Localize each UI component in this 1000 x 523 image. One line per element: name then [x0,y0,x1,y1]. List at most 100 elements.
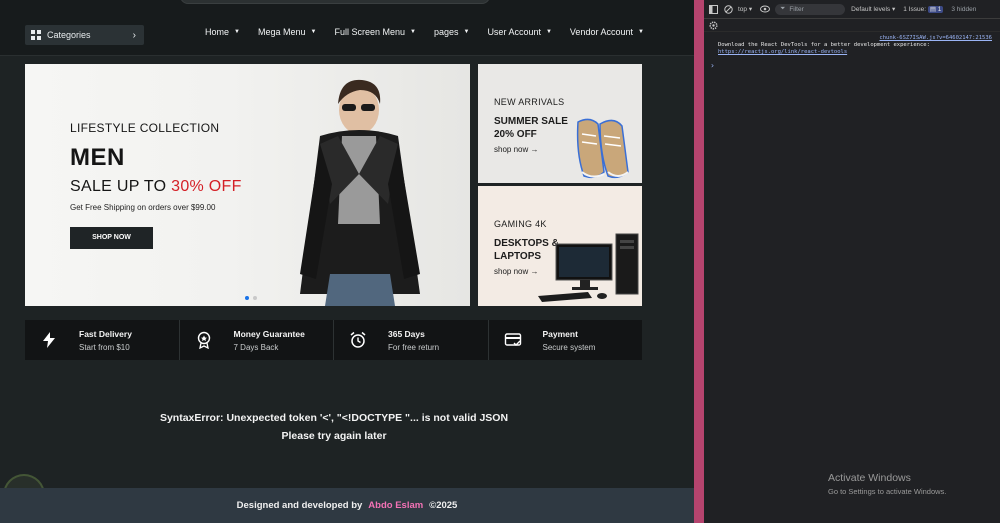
promo-title: SUMMER SALE 20% OFF [494,116,568,140]
feature-text: Money Guarantee 7 Days Back [234,329,305,352]
hero-title: MEN [70,144,125,171]
chevron-down-icon: ▼ [545,29,552,35]
search-bar-edge[interactable] [180,0,490,4]
clear-console-icon[interactable] [723,4,733,14]
alarm-clock-icon [348,330,368,350]
chevron-down-icon: ▼ [463,29,470,35]
chevron-down-icon: ▼ [234,29,240,35]
hero-sale-prefix: SALE UP TO [70,178,172,195]
feature-title: Fast Delivery [79,328,132,339]
menu-item-label: Mega Menu [257,27,306,37]
footer: Designed and developed by Abdo Eslam ©20… [0,488,694,523]
model-image [300,79,420,306]
feature-text: Payment Secure system [543,329,596,352]
devtools-toolbar: top ▾ ⏷ Filter Default levels ▾ 1 Issue: … [704,0,1000,19]
context-selector-label: top [738,6,748,13]
context-selector[interactable]: top ▾ [738,5,752,13]
carousel-dots [245,296,257,300]
error-message: SyntaxError: Unexpected token '<', "<!DO… [0,409,668,445]
feature-title: Money Guarantee [233,328,305,339]
windows-activation-watermark: Activate Windows Go to Settings to activ… [828,472,946,496]
menu-item-label: Vendor Account [569,27,633,37]
bolt-icon [39,330,59,350]
chevron-right-icon: › [132,29,136,41]
menu-item-mega-menu[interactable]: Mega Menu ▼ [258,27,316,37]
sidebar-toggle-icon[interactable] [708,4,718,14]
footer-year: ©2025 [429,500,458,511]
feature-text: 365 Days For free return [388,329,439,352]
filter-placeholder: Filter [789,5,804,13]
feature-title: Payment [542,328,578,339]
filter-icon: ⏷ [780,5,786,12]
error-retry-note: Please try again later [281,430,387,442]
main-menu: Home ▼ Mega Menu ▼ Full Screen Menu ▼ pages… [205,27,662,37]
log-levels-label: Default levels [851,6,891,13]
activate-subtitle: Go to Settings to activate Windows. [828,487,947,496]
eye-icon[interactable] [760,4,771,14]
feature-365-days: 365 Days For free return [334,320,489,360]
menu-item-label: pages [433,27,459,37]
menu-item-home[interactable]: Home ▼ [205,27,240,37]
issues-count: 1 [937,6,942,13]
hero-banner: LIFESTYLE COLLECTION MEN SALE UP TO 30% … [25,64,470,306]
features-bar: Fast Delivery Start from $10 Money Guara… [25,320,642,360]
shop-now-button[interactable]: SHOP NOW [70,227,153,249]
chevron-down-icon: ▼ [310,29,317,35]
console-message-url[interactable]: https://reactjs.org/link/react-devtools [718,49,992,56]
categories-label: Categories [47,30,91,40]
activate-title: Activate Windows [828,472,911,484]
hero-kicker: LIFESTYLE COLLECTION [70,121,220,135]
log-levels-dropdown[interactable]: Default levels ▾ [851,5,895,13]
feature-subtitle: Start from $10 [79,342,130,352]
feature-subtitle: Secure system [542,342,596,352]
shop-now-link[interactable]: shop now → [494,145,574,154]
hero-sale: SALE UP TO 30% OFF [70,178,242,196]
medal-icon [194,330,214,350]
footer-prefix: Designed and developed by [236,500,363,511]
error-line: SyntaxError: Unexpected token '<', "<!DO… [159,412,509,424]
hidden-count: 3 hidden [951,5,977,13]
navbar: Categories › Home ▼ Mega Menu ▼ Full Scree… [0,0,694,56]
carousel-dot-active[interactable] [245,296,249,300]
console-message: Download the React DevTools for a better… [718,42,930,48]
feature-fast-delivery: Fast Delivery Start from $10 [25,320,180,360]
menu-item-pages[interactable]: pages ▼ [434,27,469,37]
chevron-down-icon: ▼ [410,29,416,35]
issues-counter[interactable]: 1 Issue: ▤ 1 [903,5,944,13]
feature-subtitle: 7 Days Back [233,342,279,352]
issue-badge: ▤ 1 [927,6,944,13]
hero-sale-highlight: 30% OFF [171,178,242,195]
hero-text: LIFESTYLE COLLECTION MEN SALE UP TO 30% … [70,121,242,249]
menu-item-vendor-account[interactable]: Vendor Account ▼ [570,27,644,37]
menu-item-label: Home [205,27,230,37]
footer-author-link[interactable]: Abdo Eslam [368,500,423,511]
menu-item-user-account[interactable]: User Account ▼ [487,27,551,37]
feature-money-guarantee: Money Guarantee 7 Days Back [180,320,334,360]
promo-banner-summer[interactable]: NEW ARRIVALS SUMMER SALE 20% OFF shop no… [478,64,642,183]
source-link[interactable]: chunk-6SZ7ISAW.js?v=64602147:21536 [718,35,992,42]
panel-resize-handle[interactable] [694,0,704,523]
console-filter-input[interactable]: ⏷ Filter [775,3,846,15]
grid-icon [31,30,41,40]
console-log-entry: chunk-6SZ7ISAW.js?v=64602147:21536 Downl… [704,32,1000,56]
website-viewport: Categories › Home ▼ Mega Menu ▼ Full Scree… [0,0,694,523]
card-icon [503,330,523,350]
gear-icon[interactable] [708,20,718,30]
desktop-computer-image [538,233,639,302]
issues-label: 1 Issue: [903,6,926,13]
menu-item-label: Full Screen Menu [334,27,405,37]
categories-button[interactable]: Categories › [25,25,144,45]
feature-subtitle: For free return [388,342,440,352]
feature-text: Fast Delivery Start from $10 [79,329,132,352]
devtools-settings-row [704,19,1000,32]
feature-payment: Payment Secure system [489,320,643,360]
sneakers-image [576,118,629,179]
devtools-panel: top ▾ ⏷ Filter Default levels ▾ 1 Issue: … [704,0,1000,523]
promo-banner-gaming[interactable]: GAMING 4K DESKTOPS & LAPTOPS shop now → [478,186,642,306]
carousel-dot[interactable] [253,296,257,300]
chevron-down-icon: ▼ [637,29,644,35]
console-prompt[interactable]: › [704,61,1000,70]
promo-kicker: GAMING 4K [494,219,547,229]
menu-item-full-screen-menu[interactable]: Full Screen Menu ▼ [334,27,416,37]
menu-item-label: User Account [487,27,541,37]
